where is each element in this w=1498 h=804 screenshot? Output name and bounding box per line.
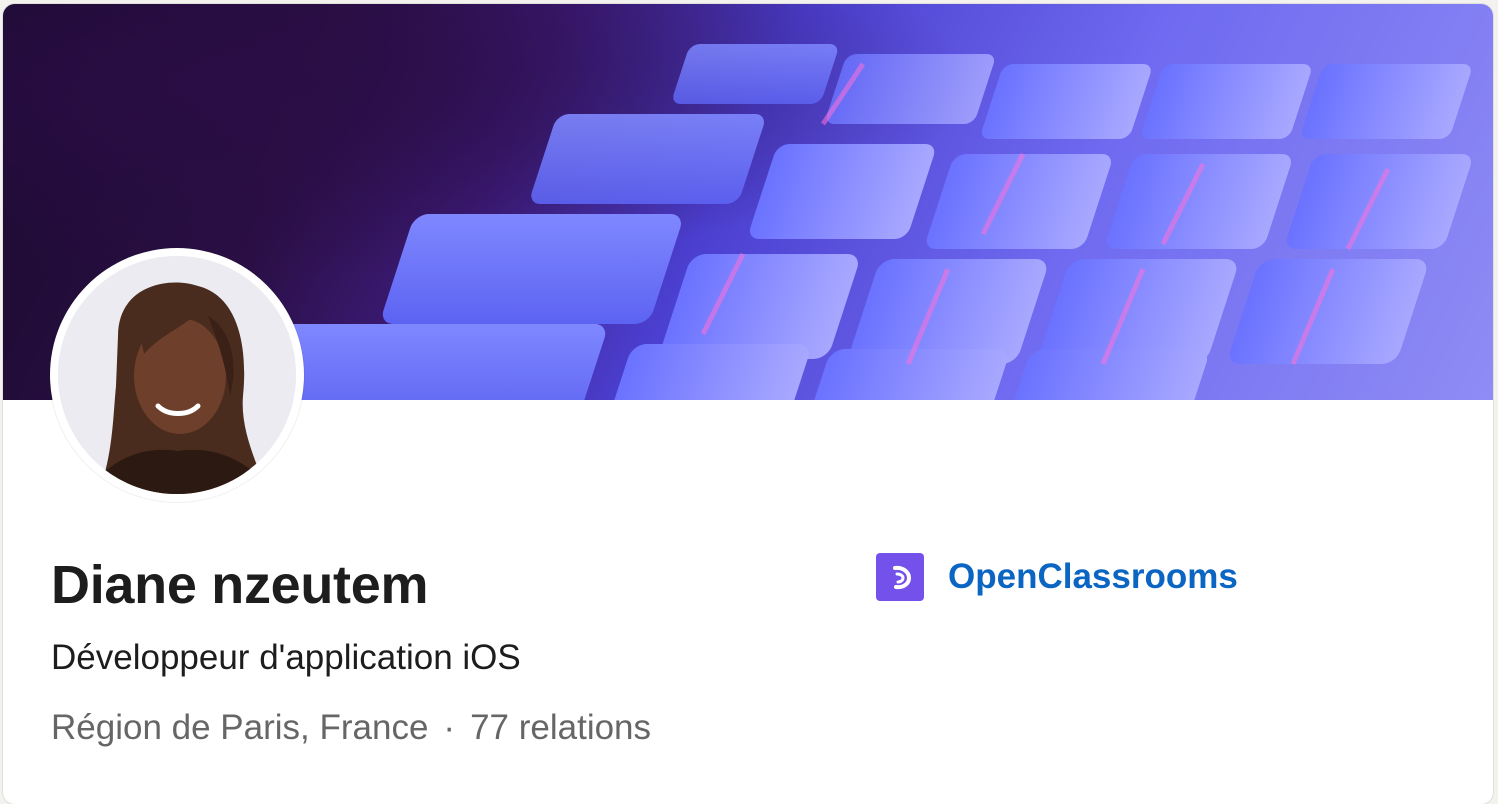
company-name: OpenClassrooms	[948, 557, 1238, 596]
avatar	[58, 256, 296, 494]
profile-location: Région de Paris, France	[51, 708, 429, 747]
connections-count[interactable]: 77 relations	[470, 708, 651, 748]
profile-card: Diane nzeutem Développeur d'application …	[3, 4, 1493, 804]
openclassrooms-logo-icon	[876, 553, 924, 601]
company-link[interactable]: OpenClassrooms	[876, 552, 1238, 602]
profile-name: Diane nzeutem	[51, 555, 429, 615]
meta-separator: ·	[443, 708, 456, 747]
profile-meta: Région de Paris, France · 77 relations	[51, 708, 651, 748]
profile-headline: Développeur d'application iOS	[51, 638, 521, 677]
profile-photo[interactable]	[50, 248, 304, 502]
